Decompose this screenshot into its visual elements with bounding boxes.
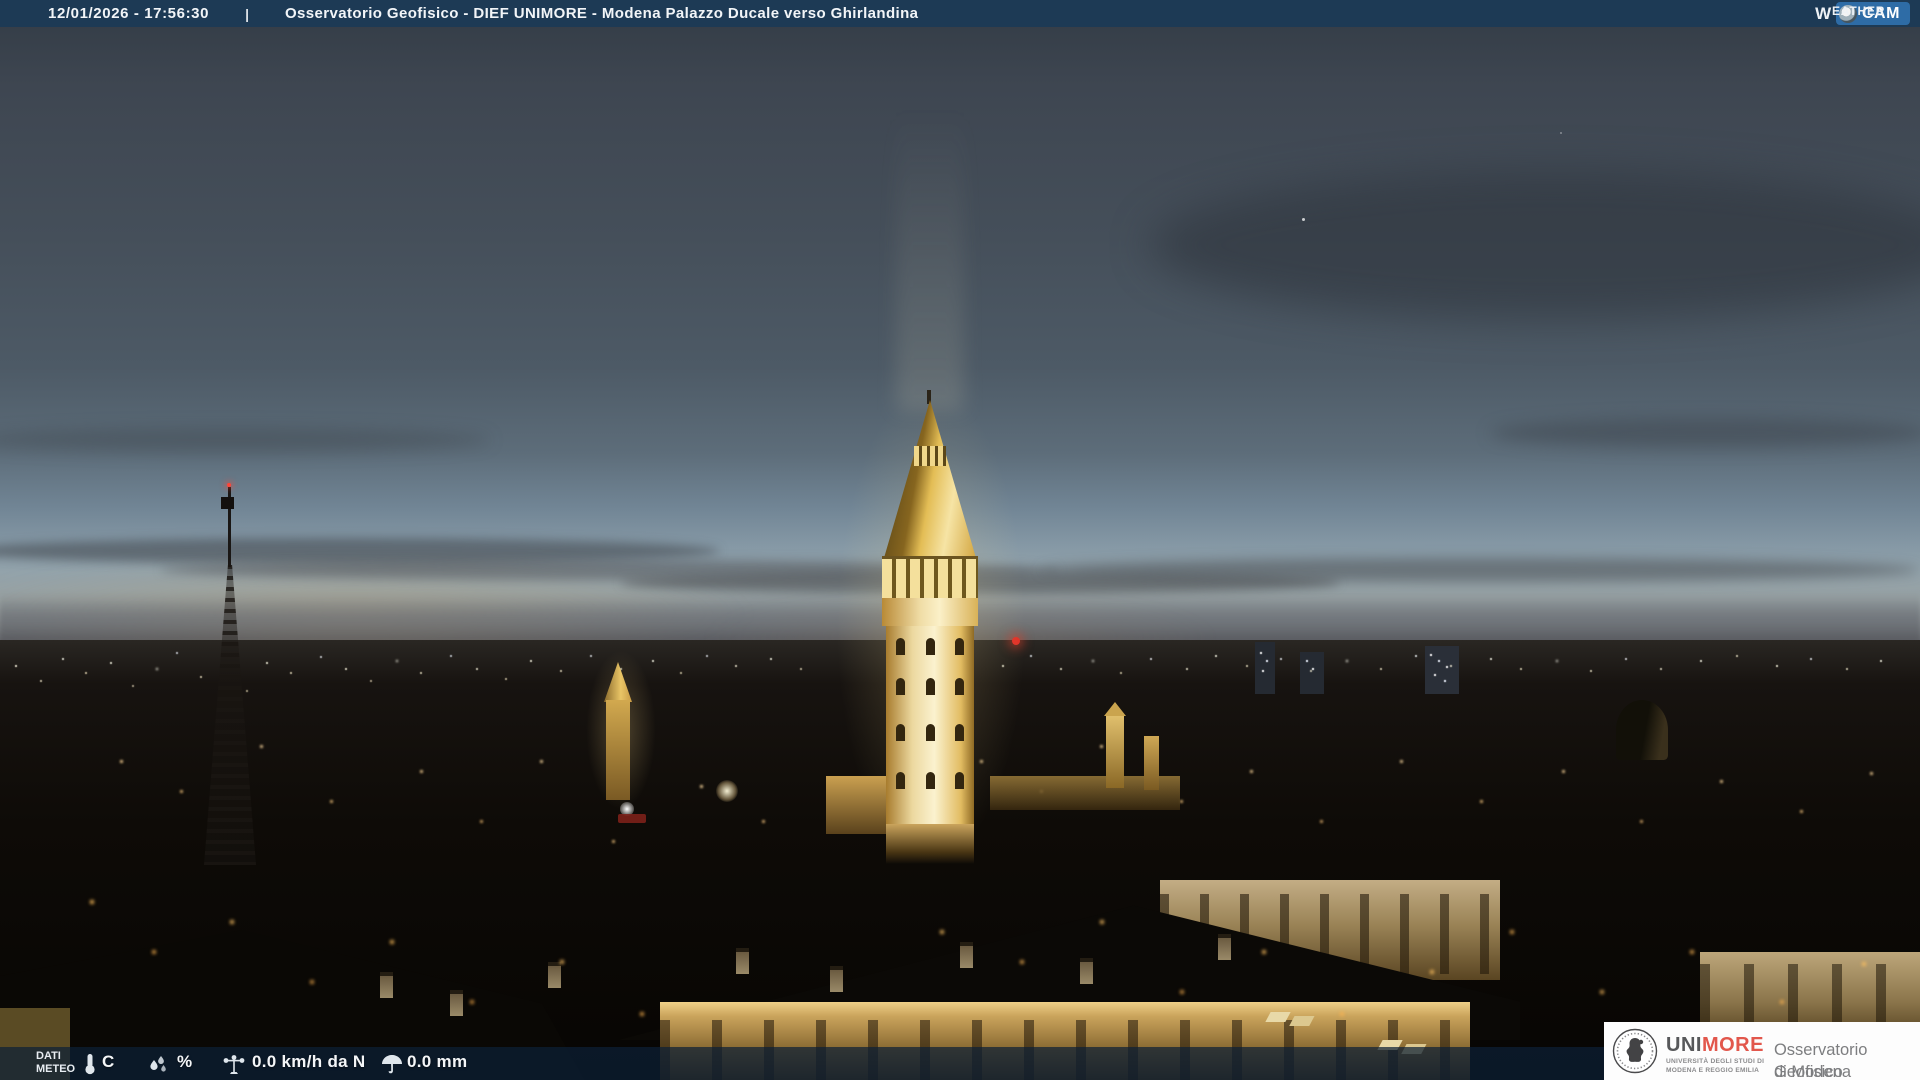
- tower-window-row: [896, 724, 964, 741]
- street-lamp: [716, 780, 738, 802]
- church-tower: [606, 700, 630, 800]
- chimney: [548, 962, 561, 988]
- unimore-seal-icon: [1612, 1028, 1658, 1074]
- chimney: [380, 972, 393, 998]
- chimney: [1218, 934, 1231, 960]
- duomo-tower: [1104, 702, 1126, 788]
- ghirlandina-upper-shaft: [882, 598, 978, 626]
- thermometer-icon: [78, 1052, 102, 1076]
- camera-title: Osservatorio Geofisico - DIEF UNIMORE - …: [284, 5, 919, 22]
- duomo-apse: [826, 776, 888, 834]
- webcam-viewer: 12/01/2026 - 17:56:30 | Osservatorio Geo…: [0, 0, 1920, 1080]
- chimney: [960, 942, 973, 968]
- humidity-drops-icon: [146, 1052, 170, 1076]
- red-storefront-light: [618, 814, 646, 823]
- separator: |: [245, 5, 249, 22]
- duomo-tower: [1144, 736, 1159, 790]
- tower-window-row: [896, 772, 964, 789]
- ghirlandina-shaft: [886, 626, 974, 834]
- top-info-bar: 12/01/2026 - 17:56:30 | Osservatorio Geo…: [0, 0, 1920, 27]
- ghirlandina-base: [886, 824, 974, 864]
- ghirlandina-balustrade: [882, 556, 978, 598]
- tower-window-row: [896, 678, 964, 695]
- temperature-value: C: [102, 1052, 115, 1071]
- chimney: [830, 966, 843, 992]
- anemometer-icon: [222, 1053, 246, 1077]
- antenna-platform: [221, 497, 234, 509]
- unimore-wordmark: UNIMORE UNIVERSITÀ DEGLI STUDI DI MODENA…: [1666, 1034, 1765, 1074]
- tower-light-beam: [896, 110, 964, 410]
- tower-window-row: [896, 638, 964, 655]
- cloud-streak: [1490, 418, 1920, 448]
- unimore-brand-box: UNIMORE UNIVERSITÀ DEGLI STUDI DI MODENA…: [1604, 1022, 1920, 1080]
- antenna-beacon-light: [227, 483, 231, 487]
- highrise-building: [1255, 642, 1275, 694]
- university-subtitle: UNIVERSITÀ DEGLI STUDI DI MODENA E REGGI…: [1666, 1058, 1765, 1074]
- highrise-building: [1425, 646, 1459, 694]
- datetime-label: 12/01/2026 - 17:56:30: [48, 5, 210, 22]
- wind-value: 0.0 km/h da N: [252, 1052, 366, 1071]
- umbrella-icon: [380, 1052, 404, 1076]
- humidity-value: %: [177, 1052, 193, 1071]
- rain-value: 0.0 mm: [407, 1052, 468, 1071]
- chimney: [736, 948, 749, 974]
- star: [1302, 218, 1305, 221]
- star: [1560, 132, 1562, 134]
- ghirlandina-lantern: [914, 446, 946, 466]
- dome-silhouette: [1616, 700, 1668, 760]
- chimney: [1080, 958, 1093, 984]
- weathercam-watermark: W EATHER CAM: [1815, 0, 1910, 27]
- chimney: [450, 990, 463, 1016]
- weathercam-weather-label: W EATHER: [1815, 3, 1886, 23]
- unimore-more-text: MORE: [1701, 1034, 1764, 1057]
- highrise-building: [1300, 652, 1324, 694]
- cloud-streak: [1040, 558, 1920, 582]
- unimore-uni-text: UNI: [1666, 1034, 1702, 1057]
- city-night-photo: [0, 0, 1920, 1080]
- dati-meteo-label: DATI METEO: [36, 1050, 76, 1076]
